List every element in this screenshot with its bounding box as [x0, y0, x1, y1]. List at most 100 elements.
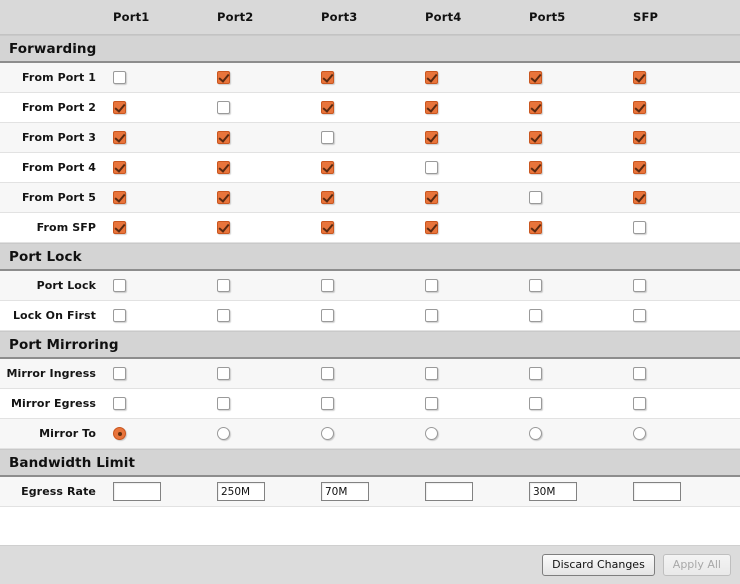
checkbox-port1[interactable] [113, 397, 126, 410]
checkbox-port3[interactable] [321, 71, 334, 84]
radio-port3[interactable] [321, 427, 334, 440]
checkbox-port2[interactable] [217, 221, 230, 234]
checkbox-port2[interactable] [217, 71, 230, 84]
cell-port4 [416, 191, 520, 204]
cell-port2 [208, 482, 312, 501]
checkbox-port1[interactable] [113, 367, 126, 380]
cell-port4 [416, 279, 520, 292]
cell-port1 [104, 482, 208, 501]
cell-sfp [624, 161, 740, 174]
radio-sfp[interactable] [633, 427, 646, 440]
checkbox-port3[interactable] [321, 191, 334, 204]
cell-port2 [208, 161, 312, 174]
checkbox-port4[interactable] [425, 161, 438, 174]
cell-port5 [520, 427, 624, 440]
checkbox-port5[interactable] [529, 397, 542, 410]
column-header-port2: Port2 [208, 10, 312, 24]
checkbox-port4[interactable] [425, 367, 438, 380]
checkbox-sfp[interactable] [633, 191, 646, 204]
checkbox-port4[interactable] [425, 101, 438, 114]
section-title: Forwarding [9, 40, 97, 57]
checkbox-port2[interactable] [217, 309, 230, 322]
egress-rate-input-port3[interactable] [321, 482, 369, 501]
checkbox-sfp[interactable] [633, 397, 646, 410]
checkbox-port5[interactable] [529, 221, 542, 234]
checkbox-port3[interactable] [321, 397, 334, 410]
checkbox-sfp[interactable] [633, 279, 646, 292]
egress-rate-input-port1[interactable] [113, 482, 161, 501]
radio-port2[interactable] [217, 427, 230, 440]
checkbox-port5[interactable] [529, 279, 542, 292]
cell-port1 [104, 427, 208, 440]
checkbox-port2[interactable] [217, 101, 230, 114]
checkbox-port4[interactable] [425, 131, 438, 144]
radio-port1[interactable] [113, 427, 126, 440]
checkbox-sfp[interactable] [633, 161, 646, 174]
radio-port4[interactable] [425, 427, 438, 440]
checkbox-port3[interactable] [321, 161, 334, 174]
row-label: Lock On First [12, 309, 96, 322]
radio-port5[interactable] [529, 427, 542, 440]
checkbox-port4[interactable] [425, 221, 438, 234]
discard-changes-button[interactable]: Discard Changes [542, 554, 655, 576]
checkbox-port1[interactable] [113, 279, 126, 292]
checkbox-port1[interactable] [113, 161, 126, 174]
checkbox-port3[interactable] [321, 101, 334, 114]
checkbox-port2[interactable] [217, 131, 230, 144]
checkbox-port5[interactable] [529, 161, 542, 174]
checkbox-port4[interactable] [425, 71, 438, 84]
checkbox-port4[interactable] [425, 279, 438, 292]
cell-port2 [208, 279, 312, 292]
checkbox-port2[interactable] [217, 191, 230, 204]
egress-rate-input-port4[interactable] [425, 482, 473, 501]
cell-port3 [312, 101, 416, 114]
cell-port2 [208, 427, 312, 440]
checkbox-port1[interactable] [113, 101, 126, 114]
checkbox-port5[interactable] [529, 71, 542, 84]
checkbox-port1[interactable] [113, 131, 126, 144]
checkbox-port4[interactable] [425, 397, 438, 410]
checkbox-sfp[interactable] [633, 221, 646, 234]
checkbox-port2[interactable] [217, 397, 230, 410]
checkbox-sfp[interactable] [633, 309, 646, 322]
checkbox-port3[interactable] [321, 221, 334, 234]
checkbox-port3[interactable] [321, 279, 334, 292]
egress-rate-input-port2[interactable] [217, 482, 265, 501]
row-label: From Port 5 [22, 191, 96, 204]
checkbox-port1[interactable] [113, 221, 126, 234]
checkbox-port1[interactable] [113, 309, 126, 322]
checkbox-port5[interactable] [529, 131, 542, 144]
checkbox-port5[interactable] [529, 101, 542, 114]
checkbox-sfp[interactable] [633, 71, 646, 84]
cell-sfp [624, 131, 740, 144]
cell-port2 [208, 309, 312, 322]
checkbox-port4[interactable] [425, 309, 438, 322]
checkbox-port2[interactable] [217, 161, 230, 174]
egress-rate-input-port5[interactable] [529, 482, 577, 501]
checkbox-port5[interactable] [529, 191, 542, 204]
column-header-label: Port2 [217, 10, 254, 24]
checkbox-port2[interactable] [217, 367, 230, 380]
checkbox-port3[interactable] [321, 367, 334, 380]
checkbox-port2[interactable] [217, 279, 230, 292]
row-label: From Port 1 [22, 71, 96, 84]
checkbox-port3[interactable] [321, 131, 334, 144]
checkbox-port3[interactable] [321, 309, 334, 322]
cell-port1 [104, 131, 208, 144]
row-label: Mirror Egress [10, 397, 96, 410]
cell-sfp [624, 482, 740, 501]
cell-port2 [208, 131, 312, 144]
checkbox-port1[interactable] [113, 191, 126, 204]
checkbox-sfp[interactable] [633, 367, 646, 380]
checkbox-port1[interactable] [113, 71, 126, 84]
checkbox-port5[interactable] [529, 367, 542, 380]
checkbox-sfp[interactable] [633, 131, 646, 144]
row-label: Port Lock [36, 279, 96, 292]
checkbox-port5[interactable] [529, 309, 542, 322]
row-label: From Port 4 [22, 161, 96, 174]
egress-rate-input-sfp[interactable] [633, 482, 681, 501]
checkbox-port4[interactable] [425, 191, 438, 204]
checkbox-sfp[interactable] [633, 101, 646, 114]
cell-sfp [624, 101, 740, 114]
cell-port3 [312, 279, 416, 292]
